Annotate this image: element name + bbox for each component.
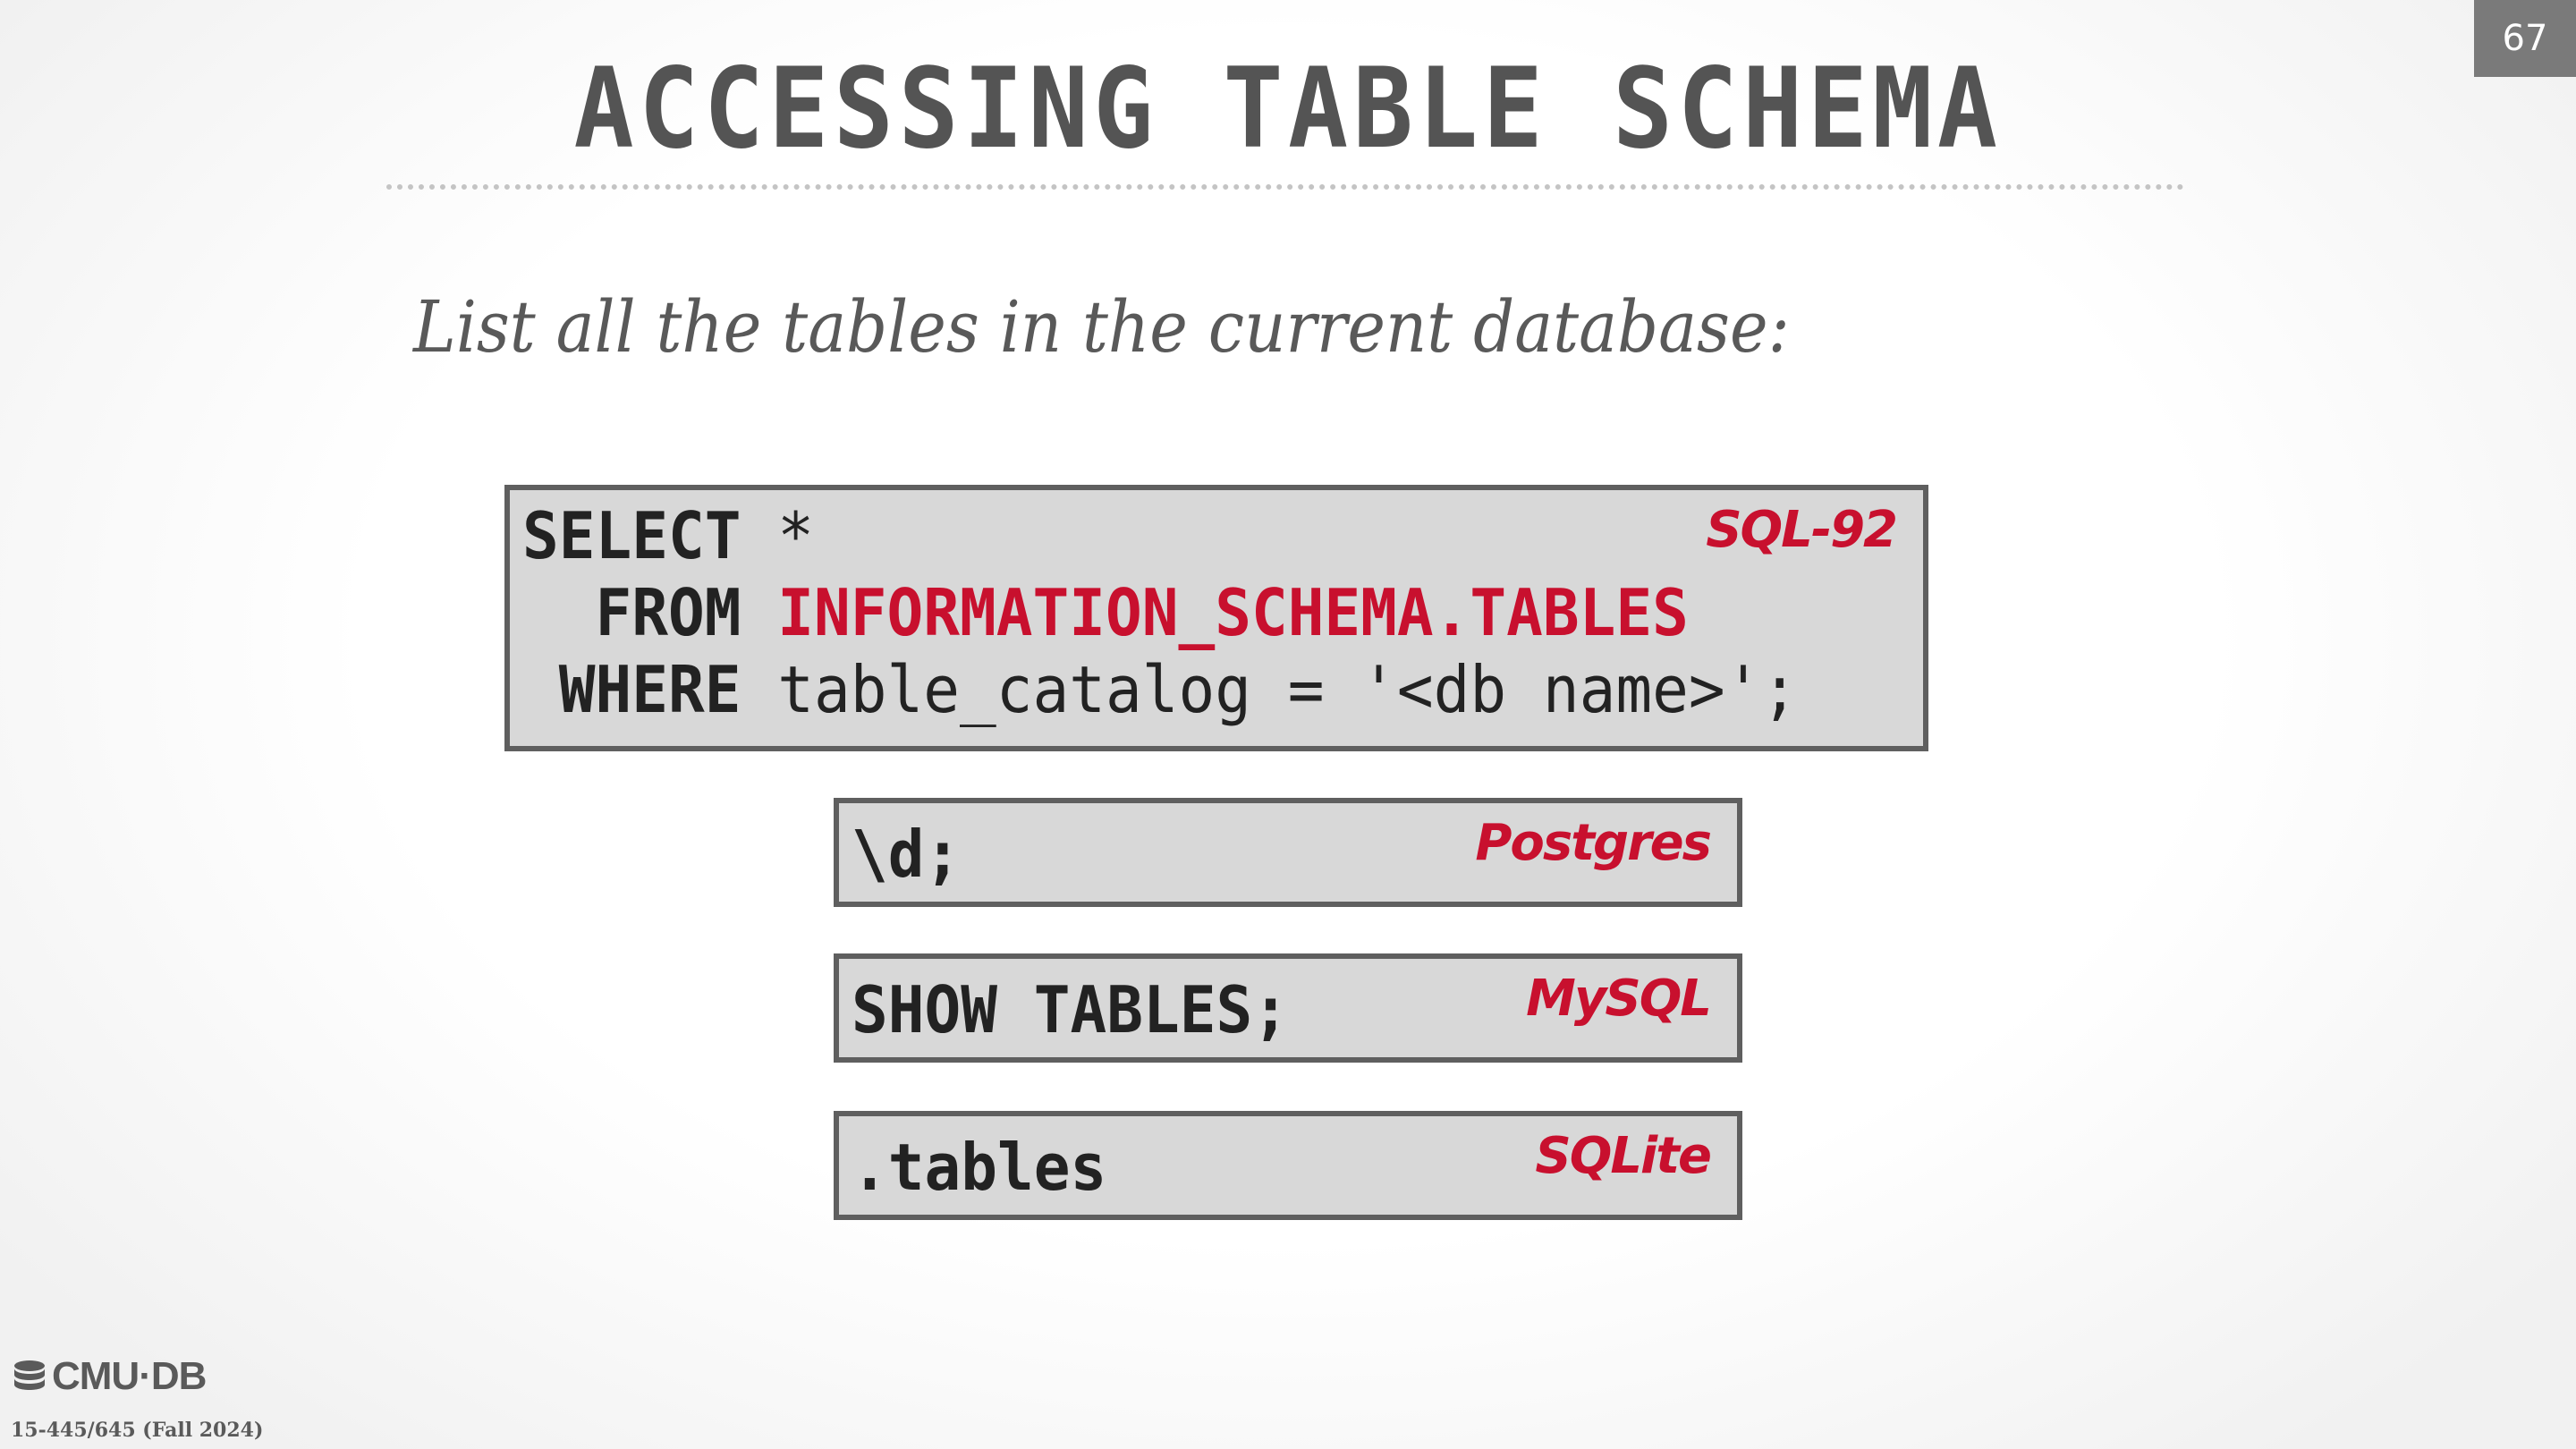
- sqlite-code-box: SQLite .tables: [834, 1111, 1742, 1220]
- sqlite-code: .tables: [852, 1130, 1107, 1205]
- slide-subtitle: List all the tables in the current datab…: [413, 285, 1790, 369]
- logo-text: CMU·DB: [52, 1354, 207, 1398]
- code-keyword: SELECT: [522, 498, 741, 573]
- code-text: *: [741, 498, 814, 573]
- mysql-code: SHOW TABLES;: [852, 972, 1289, 1047]
- postgres-tag: Postgres: [1475, 814, 1712, 872]
- sql92-code-box: SQL-92 SELECT * FROM INFORMATION_SCHEMA.…: [504, 485, 1928, 751]
- slide-title: ACCESSING TABLE SCHEMA: [573, 45, 2003, 174]
- code-object: INFORMATION_SCHEMA.TABLES: [741, 575, 1689, 650]
- code-line: SELECT *: [522, 497, 1798, 574]
- title-divider: [386, 184, 2184, 190]
- mysql-tag: MySQL: [1526, 970, 1712, 1028]
- code-keyword: WHERE: [522, 652, 741, 727]
- sqlite-tag: SQLite: [1535, 1127, 1712, 1185]
- code-line: FROM INFORMATION_SCHEMA.TABLES: [522, 574, 1798, 651]
- postgres-code-box: Postgres \d;: [834, 798, 1742, 907]
- mysql-code-box: MySQL SHOW TABLES;: [834, 953, 1742, 1063]
- sql92-code: SELECT * FROM INFORMATION_SCHEMA.TABLES …: [522, 497, 1879, 728]
- course-label: 15-445/645 (Fall 2024): [11, 1419, 264, 1442]
- database-icon: [14, 1360, 45, 1390]
- code-line: WHERE table_catalog = '<db name>';: [522, 651, 1798, 728]
- postgres-code: \d;: [852, 817, 962, 892]
- code-keyword: FROM: [522, 575, 741, 650]
- code-text: table_catalog = '<db name>';: [741, 652, 1799, 727]
- cmu-db-logo: CMU·DB: [11, 1354, 207, 1399]
- slide-number: 67: [2474, 0, 2576, 77]
